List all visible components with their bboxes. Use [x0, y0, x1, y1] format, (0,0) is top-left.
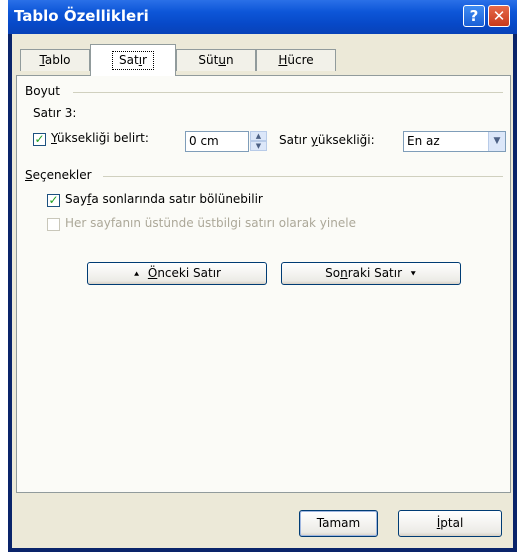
close-icon[interactable]: ✕: [488, 5, 510, 27]
tab-hucre[interactable]: Hücre: [256, 49, 336, 71]
help-icon[interactable]: ?: [463, 5, 485, 27]
window-title: Tablo Özellikleri: [14, 7, 149, 25]
row-number-label: Satır 3:: [33, 106, 77, 120]
dialog-body: Tablo Satır Sütun Hücre Boyut Satır 3: ✓…: [12, 34, 513, 548]
arrow-down-icon: ⯆: [409, 270, 417, 280]
tab-panel-satir: Boyut Satır 3: ✓ Yüksekliği belirt: 0 cm…: [16, 75, 511, 493]
tab-satir[interactable]: Satır: [90, 44, 176, 76]
secenekler-group-label: Seçenekler: [25, 168, 92, 182]
row-height-select-value: En az: [407, 134, 440, 148]
tab-sutun[interactable]: Sütun: [176, 49, 256, 71]
next-row-button[interactable]: Sonraki Satır ⯆: [281, 262, 461, 285]
boyut-group-label: Boyut: [25, 84, 60, 98]
specify-height-checkbox[interactable]: ✓: [33, 133, 46, 146]
height-input[interactable]: 0 cm: [185, 131, 249, 152]
specify-height-label: Yüksekliği belirt:: [51, 131, 149, 145]
tab-strip: Tablo Satır Sütun Hücre: [12, 34, 513, 76]
spin-down-icon[interactable]: ▼: [250, 141, 267, 151]
repeat-header-checkbox[interactable]: [47, 218, 60, 231]
secenekler-divider: [103, 176, 503, 177]
spin-up-icon[interactable]: ▲: [250, 131, 267, 141]
chevron-down-icon[interactable]: ▼: [488, 132, 505, 151]
title-bar[interactable]: Tablo Özellikleri ? ✕: [8, 0, 517, 34]
row-height-label: Satır yüksekliği:: [279, 133, 375, 147]
height-spinner[interactable]: ▲ ▼: [250, 131, 267, 152]
table-properties-dialog: Tablo Özellikleri ? ✕ Tablo Satır Sütun …: [8, 0, 517, 552]
ok-button[interactable]: Tamam: [299, 510, 378, 537]
tab-tablo[interactable]: Tablo: [20, 49, 90, 71]
arrow-up-icon: ⯅: [133, 270, 141, 280]
previous-row-button[interactable]: ⯅ Önceki Satır: [87, 262, 267, 285]
allow-row-break-checkbox[interactable]: ✓: [47, 194, 60, 207]
row-height-select[interactable]: En az ▼: [403, 131, 506, 152]
allow-row-break-label: Sayfa sonlarında satır bölünebilir: [65, 192, 263, 206]
repeat-header-label: Her sayfanın üstünde üstbilgi satırı ola…: [65, 216, 356, 230]
cancel-button[interactable]: İptal: [398, 510, 502, 537]
boyut-divider: [73, 92, 503, 93]
